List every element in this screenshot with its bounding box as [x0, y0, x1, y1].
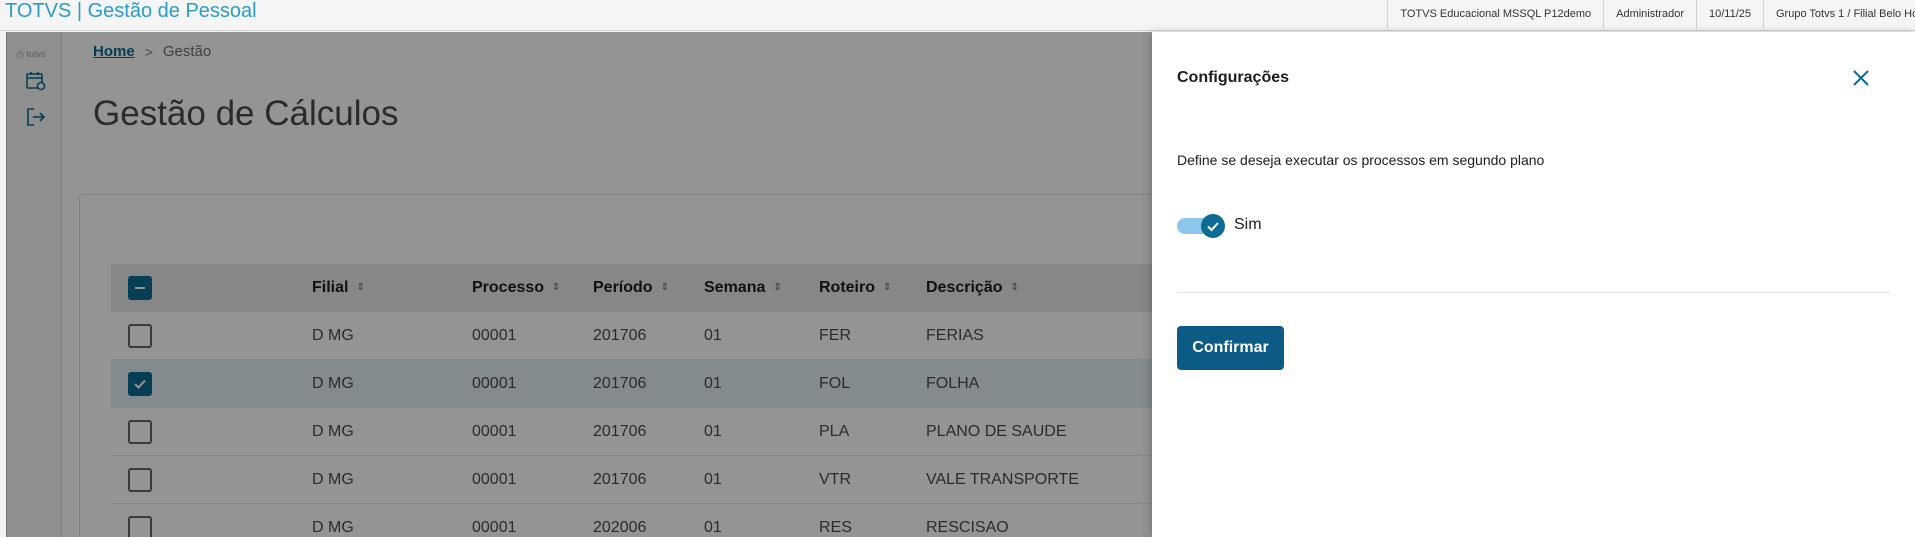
- date-label[interactable]: 10/11/25: [1695, 0, 1763, 29]
- modal-backdrop[interactable]: [6, 32, 1152, 537]
- app-title: TOTVS | Gestão de Pessoal: [5, 0, 257, 22]
- user-label[interactable]: Administrador: [1603, 0, 1696, 29]
- panel-description: Define se deseja executar os processos e…: [1177, 152, 1545, 168]
- panel-title: Configurações: [1177, 69, 1290, 86]
- branch-label[interactable]: Grupo Totvs 1 / Filial Belo Hor: [1763, 0, 1915, 29]
- environment-label: TOTVS Educacional MSSQL P12demo: [1387, 0, 1603, 29]
- top-info: TOTVS Educacional MSSQL P12demo Administ…: [1387, 0, 1915, 29]
- top-bar: TOTVS | Gestão de Pessoal TOTVS Educacio…: [0, 0, 1915, 31]
- switch-label: Sim: [1234, 216, 1262, 233]
- close-icon[interactable]: [1849, 66, 1873, 90]
- confirm-button[interactable]: Confirmar: [1177, 326, 1284, 370]
- check-icon: [1207, 222, 1219, 232]
- switch-knob: [1201, 214, 1225, 238]
- settings-panel: Configurações Define se deseja executar …: [1152, 32, 1915, 537]
- background-process-switch[interactable]: [1177, 213, 1225, 239]
- panel-divider: [1177, 292, 1890, 293]
